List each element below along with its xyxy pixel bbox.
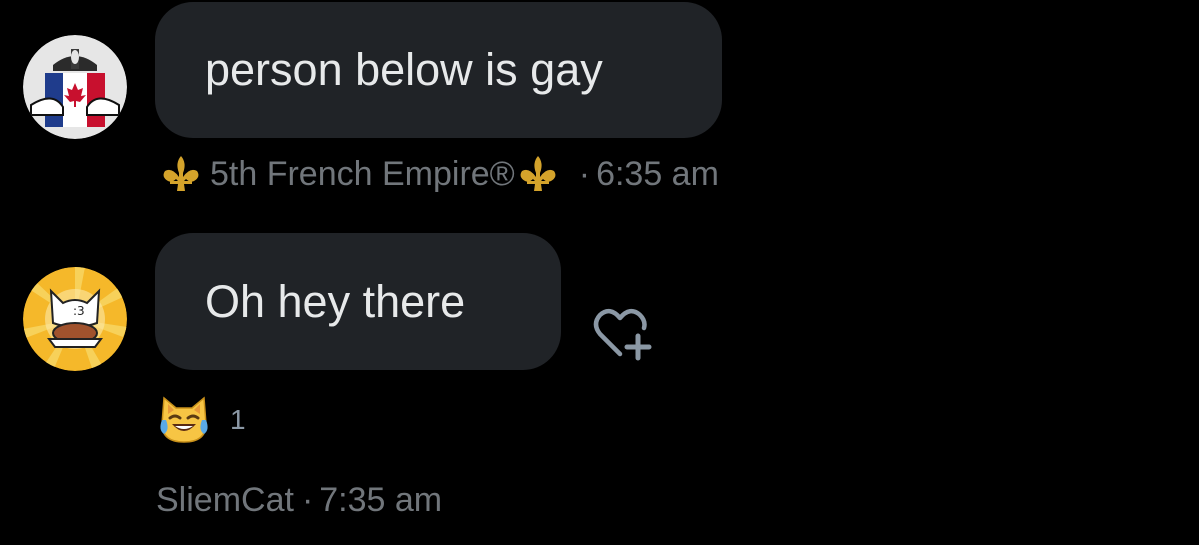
sender-name[interactable]: SliemCat (156, 481, 294, 520)
message-time: 7:35 am (319, 480, 443, 519)
svg-text::3: :3 (73, 304, 85, 318)
reaction-chip[interactable]: 1 (156, 392, 246, 448)
cat-avatar-icon: :3 (23, 267, 127, 371)
fleur-de-lis-icon (517, 153, 559, 195)
sender-avatar[interactable] (23, 35, 127, 139)
add-reaction-button[interactable] (592, 306, 654, 362)
sender-name[interactable]: 5th French Empire® (210, 155, 515, 194)
message-bubble[interactable]: person below is gay (155, 2, 722, 138)
message-bubble[interactable]: Oh hey there (155, 233, 561, 370)
sender-avatar[interactable]: :3 (23, 267, 127, 371)
fleur-de-lis-icon (160, 153, 202, 195)
canada-flag-avatar-icon (23, 35, 127, 139)
cat-tears-of-joy-emoji-icon (156, 390, 212, 451)
message-text: person below is gay (205, 44, 603, 95)
message-text: Oh hey there (205, 275, 466, 327)
meta-separator: · (301, 480, 314, 519)
heart-plus-icon (593, 308, 652, 361)
meta-separator: · (578, 154, 591, 193)
message-meta: SliemCat · 7:35 am (156, 478, 442, 522)
message-time: 6:35 am (596, 154, 719, 193)
reaction-count: 1 (230, 404, 246, 435)
message-meta: 5th French Empire® · 6:35 am (160, 152, 719, 196)
